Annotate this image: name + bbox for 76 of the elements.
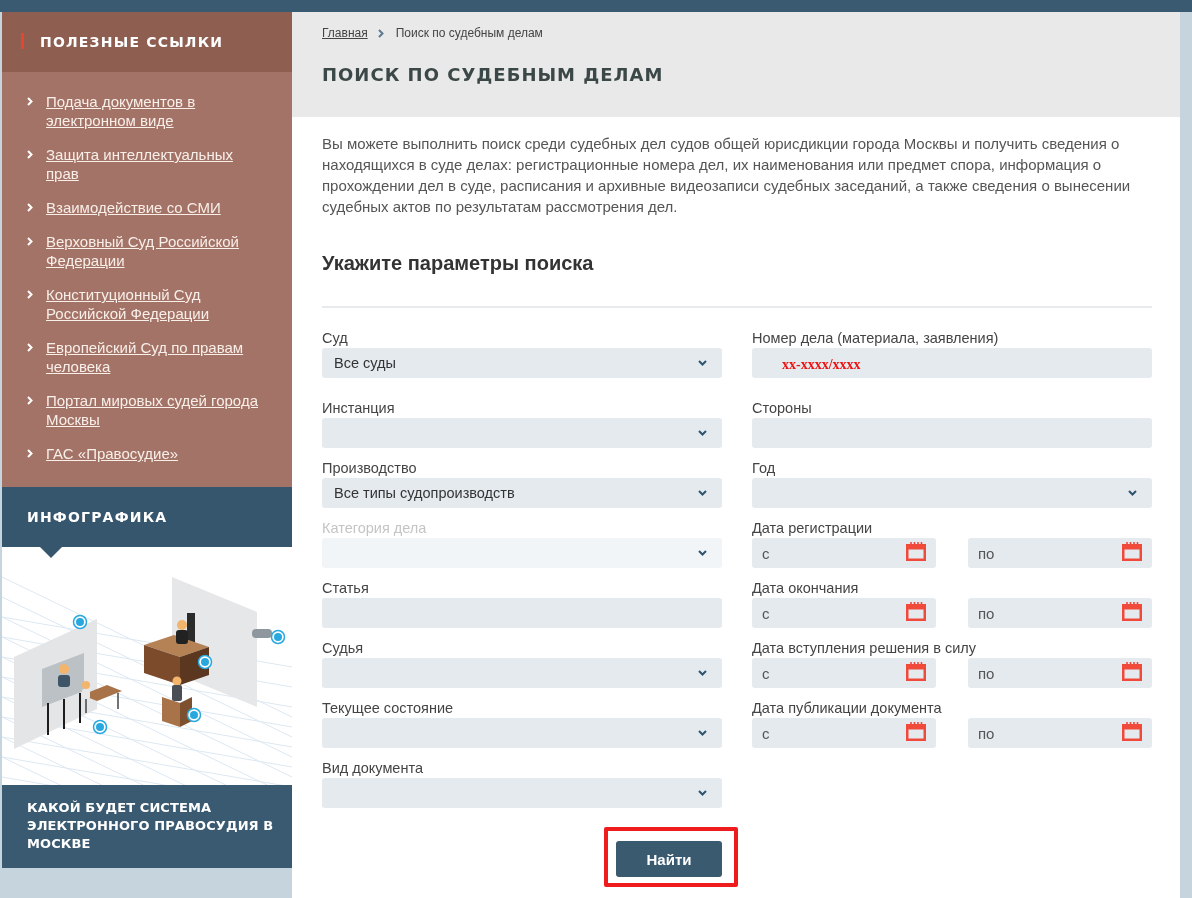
date-field[interactable]: по [968,658,1152,688]
calendar-icon[interactable] [906,661,926,681]
chevron-right-icon [27,150,33,159]
chevron-right-icon [27,237,33,246]
date-field[interactable]: по [968,538,1152,568]
sidebar-link[interactable]: Верховный Суд Российской Федерации [46,232,268,270]
calendar-icon[interactable] [906,541,926,561]
field-label: Судья [322,639,365,658]
intro-paragraph: Вы можете выполнить поиск среди судебных дел судов общей юрисдикции города Москвы и получить сведения о находящихся в суде делах: регистрационные номера дел, их наименования или предмет спора, информация о прохождении дел в суде, расписания и архивные видеозаписи судебных заседаний, а также сведения о вынесении судебных актов по результатам рассмотрения дел. [322,134,1132,217]
field-label: Дата публикации документа [752,699,943,718]
text-field[interactable]: xx-xxxx/xxxx [752,348,1152,378]
breadcrumb-link[interactable]: Главная [322,26,368,40]
chevron-down-icon [698,790,707,796]
select-field[interactable] [322,718,722,748]
section-title: ИНФОГРАФИКА [27,509,168,525]
date-field[interactable]: с [752,598,936,628]
field-label: Дата регистрации [752,519,874,538]
sidebar-link[interactable]: Европейский Суд по правам человека [46,338,268,376]
select-field[interactable] [752,478,1152,508]
field-label: Категория дела [322,519,428,538]
text-field[interactable] [322,598,722,628]
text-field[interactable] [752,418,1152,448]
calendar-icon[interactable] [1122,541,1142,561]
field-label: Стороны [752,399,813,418]
date-field[interactable]: по [968,598,1152,628]
chevron-right-icon [27,396,33,405]
sidebar-link[interactable]: Взаимодействие со СМИ [46,198,268,217]
breadcrumb-current: Поиск по судебным делам [395,26,543,40]
field-label: Инстанция [322,399,396,418]
search-button[interactable]: Найти [616,841,722,877]
form-title: Укажите параметры поиска [322,251,595,276]
field-label: Производство [322,459,418,478]
page-title: ПОИСК ПО СУДЕБНЫМ ДЕЛАМ [322,63,665,87]
calendar-icon[interactable] [1122,661,1142,681]
chevron-right-icon [27,290,33,299]
field-label: Вид документа [322,759,424,778]
accent-bar-icon [21,33,24,49]
select-field[interactable] [322,418,722,448]
chevron-right-icon [27,343,33,352]
chevron-down-icon [698,360,707,366]
chevron-down-icon [698,550,707,556]
chevron-down-icon [698,490,707,496]
field-label: Текущее состояние [322,699,455,718]
chevron-down-icon [1128,490,1137,496]
chevron-down-icon [698,670,707,676]
field-label: Статья [322,579,370,598]
section-title: ПОЛЕЗНЫЕ ССЫЛКИ [40,34,224,50]
calendar-icon[interactable] [1122,721,1142,741]
sidebar-link[interactable]: Конституционный Суд Российской Федерации [46,285,268,323]
select-field[interactable]: Все типы судопроизводств [322,478,722,508]
date-field[interactable]: с [752,658,936,688]
sidebar-link[interactable]: ГАС «Правосудие» [46,444,268,463]
date-field[interactable]: с [752,718,936,748]
sidebar-link[interactable]: Портал мировых судей города Москвы [46,391,268,429]
field-label: Дата окончания [752,579,860,598]
select-field[interactable] [322,778,722,808]
chevron-right-icon [377,28,384,38]
chevron-right-icon [27,449,33,458]
chevron-right-icon [27,97,33,106]
sidebar-link[interactable]: Подача документов в электронном виде [46,92,268,130]
date-field[interactable]: с [752,538,936,568]
calendar-icon[interactable] [906,721,926,741]
calendar-icon[interactable] [1122,601,1142,621]
promo-banner[interactable]: КАКОЙ БУДЕТ СИСТЕМА ЭЛЕКТРОННОГО ПРАВОСУДИЯ В МОСКВЕ [2,785,292,868]
field-label: Год [752,459,777,478]
select-field[interactable] [322,658,722,688]
field-label: Суд [322,329,349,348]
field-label: Номер дела (материала, заявления) [752,329,1000,348]
chevron-down-icon [698,730,707,736]
chevron-down-icon [698,430,707,436]
chevron-right-icon [27,203,33,212]
select-field[interactable]: Все суды [322,348,722,378]
date-field[interactable]: по [968,718,1152,748]
field-label: Дата вступления решения в силу [752,639,977,658]
sidebar-link[interactable]: Защита интеллектуальных прав [46,145,268,183]
calendar-icon[interactable] [906,601,926,621]
